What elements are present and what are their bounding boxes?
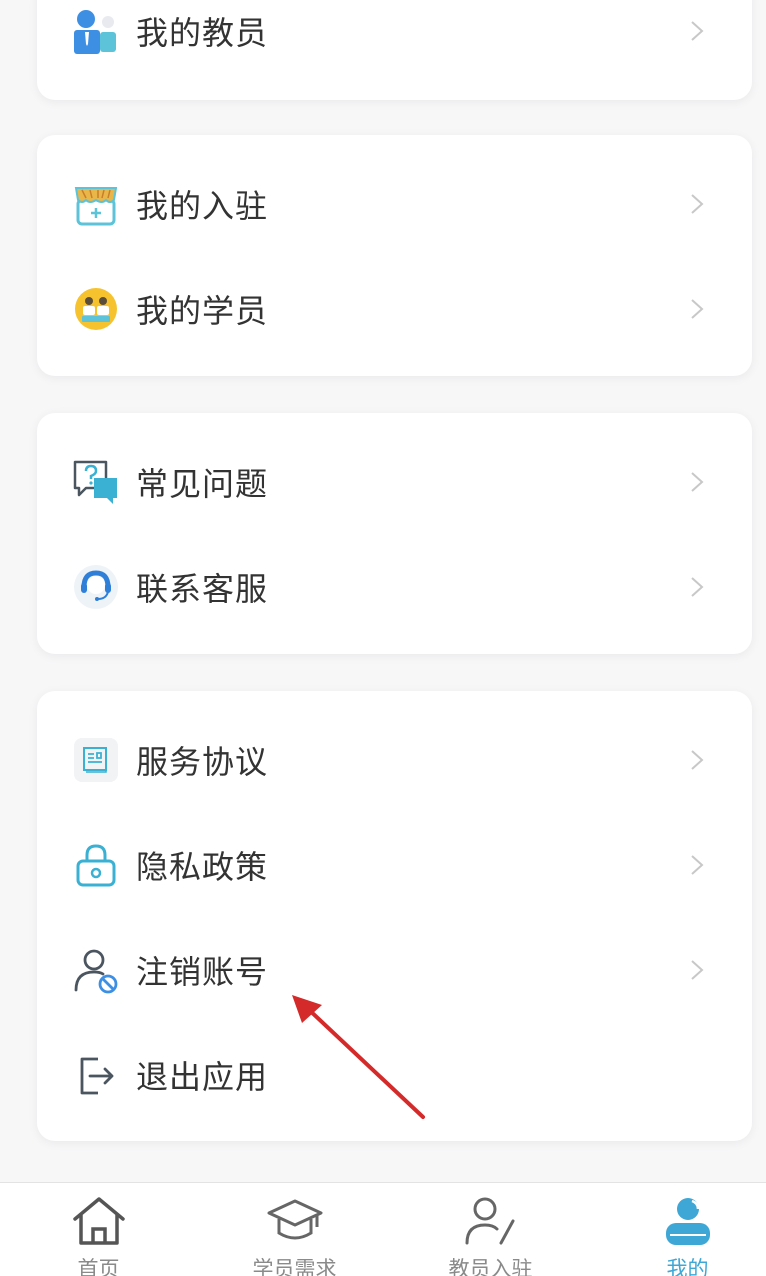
menu-item-label: 服务协议 (136, 742, 269, 781)
menu-card-2: 我的入驻 我的学员 (37, 135, 752, 376)
tab-teacher-register[interactable]: 教员入驻 (395, 1183, 586, 1276)
chevron-right-icon (691, 298, 704, 319)
tab-mine[interactable]: 我的 (592, 1183, 766, 1276)
menu-item-label: 我的教员 (136, 14, 269, 52)
document-icon (72, 736, 120, 784)
home-icon (72, 1197, 125, 1245)
graduation-cap-icon (267, 1199, 322, 1240)
tab-home[interactable]: 首页 (3, 1183, 194, 1276)
cancel-account-icon (72, 946, 120, 994)
menu-item-label: 联系客服 (136, 569, 269, 608)
chevron-right-icon (691, 576, 704, 597)
menu-item-service-agreement[interactable]: 服务协议 (37, 707, 752, 812)
bottom-tab-bar: 首页 学员需求 教员入驻 我的 (0, 1182, 766, 1276)
students-icon (72, 285, 120, 333)
menu-item-privacy-policy[interactable]: 隐私政策 (37, 812, 752, 917)
chevron-right-icon (691, 471, 704, 492)
menu-item-contact-service[interactable]: 联系客服 (37, 534, 752, 639)
chevron-right-icon (691, 21, 704, 41)
teacher-icon (72, 8, 120, 56)
tab-label: 教员入驻 (448, 1257, 533, 1276)
annotation-arrow (292, 995, 425, 1119)
chevron-right-icon (691, 193, 704, 214)
menu-item-label: 我的入驻 (136, 186, 269, 225)
lock-icon (72, 841, 120, 889)
tab-label: 首页 (77, 1257, 120, 1276)
store-icon (72, 180, 120, 228)
menu-item-label: 隐私政策 (136, 847, 269, 886)
chevron-right-icon (691, 854, 704, 875)
tab-student-demand[interactable]: 学员需求 (199, 1183, 390, 1276)
menu-item-label: 注销账号 (136, 952, 269, 991)
menu-item-my-teachers[interactable]: 我的教员 (37, 0, 752, 80)
tab-label: 我的 (666, 1257, 709, 1276)
menu-item-my-settle-in[interactable]: 我的入驻 (37, 151, 752, 256)
menu-card-3: 常见问题 联系客服 (37, 413, 752, 654)
menu-item-my-students[interactable]: 我的学员 (37, 256, 752, 361)
customer-service-icon (72, 563, 120, 611)
profile-icon (665, 1198, 710, 1245)
menu-card-1: 我的教员 (37, 0, 752, 100)
menu-item-label: 我的学员 (136, 291, 269, 330)
chevron-right-icon (691, 959, 704, 980)
menu-item-faq[interactable]: 常见问题 (37, 429, 752, 534)
menu-item-label: 退出应用 (136, 1057, 269, 1096)
tab-label: 学员需求 (252, 1257, 337, 1276)
faq-icon (72, 458, 120, 506)
teacher-register-icon (465, 1197, 514, 1245)
chevron-right-icon (691, 749, 704, 770)
logout-icon (72, 1051, 120, 1099)
menu-item-label: 常见问题 (136, 464, 269, 503)
